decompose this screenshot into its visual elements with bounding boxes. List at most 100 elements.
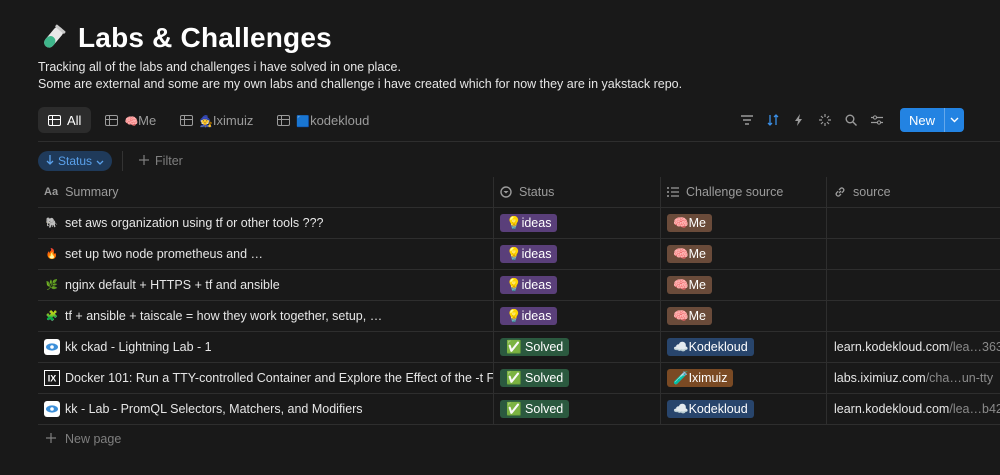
challenge-source-cell[interactable]: ☁️Kodekloud (661, 332, 827, 362)
status-cell[interactable]: ✅ Solved (494, 394, 661, 424)
database-table: Aa Summary Status Challenge source sourc… (38, 177, 1000, 425)
test-tube-icon (38, 23, 68, 53)
summary-text: tf + ansible + taiscale = how they work … (65, 309, 383, 323)
new-page-button[interactable]: New page (46, 432, 121, 446)
table-icon (180, 114, 194, 126)
table-row[interactable]: kk ckad - Lightning Lab - 1 ✅ Solved ☁️K… (38, 332, 1000, 363)
summary-text: set aws organization using tf or other t… (65, 216, 324, 230)
tab-all[interactable]: All (38, 107, 92, 133)
source-badge: 🧠Me (667, 245, 712, 263)
svg-text:IX: IX (48, 374, 57, 384)
page-description-line2: Some are external and some are my own la… (38, 77, 683, 91)
challenge-source-cell[interactable]: 🧠Me (661, 301, 827, 331)
challenge-source-cell[interactable]: 🧠Me (661, 208, 827, 238)
tab-iximuiz[interactable]: 🧙Iximuiz (170, 107, 263, 133)
sort-chip-status[interactable]: Status (38, 151, 113, 171)
puzzle-icon: 🧩 (45, 310, 59, 322)
source-cell[interactable] (827, 270, 1000, 300)
summary-cell[interactable]: 🔥 set up two node prometheus and … (38, 239, 494, 269)
status-badge: 💡ideas (500, 307, 558, 325)
column-header-summary[interactable]: Aa Summary (38, 177, 494, 207)
challenge-source-cell[interactable]: 🧠Me (661, 270, 827, 300)
brain-icon: 🧠 (124, 115, 139, 128)
status-cell[interactable]: 💡ideas (494, 301, 661, 331)
source-link[interactable]: labs.iximiuz.com/cha…un-tty (827, 363, 1000, 393)
chevron-down-icon (96, 154, 104, 168)
summary-text: set up two node prometheus and … (65, 247, 264, 261)
kodekloud-logo-icon (44, 339, 60, 355)
sparkle-icon[interactable] (814, 109, 836, 131)
summary-cell[interactable]: kk - Lab - PromQL Selectors, Matchers, a… (38, 394, 494, 424)
url-path: /lea…363a (949, 340, 1000, 354)
status-cell[interactable]: ✅ Solved (494, 332, 661, 362)
source-badge: 🧠Me (667, 307, 712, 325)
chevron-down-icon[interactable] (944, 108, 964, 132)
tab-kodekloud[interactable]: 🟦kodekloud (267, 107, 379, 133)
table-icon (48, 114, 61, 126)
source-badge: 🧪Iximuiz (667, 369, 734, 387)
blue-square-icon: 🟦 (296, 115, 311, 128)
table-row[interactable]: IX Docker 101: Run a TTY-controlled Cont… (38, 363, 1000, 394)
source-cell[interactable] (827, 301, 1000, 331)
plus-icon (139, 154, 150, 168)
source-badge: 🧠Me (667, 214, 712, 232)
status-cell[interactable]: 💡ideas (494, 239, 661, 269)
status-icon (500, 186, 512, 198)
source-cell[interactable] (827, 208, 1000, 238)
column-title: Status (519, 185, 555, 199)
source-link[interactable]: learn.kodekloud.com/lea…363a (827, 332, 1000, 362)
sort-icon[interactable] (762, 109, 784, 131)
summary-cell[interactable]: 🧩 tf + ansible + taiscale = how they wor… (38, 301, 494, 331)
source-badge: 🧠Me (667, 276, 712, 294)
separator (122, 151, 124, 171)
summary-cell[interactable]: 🌿 nginx default + HTTPS + tf and ansible (38, 270, 494, 300)
status-cell[interactable]: 💡ideas (494, 208, 661, 238)
arrow-down-icon (46, 154, 54, 168)
filter-icon[interactable] (736, 109, 758, 131)
filter-bar: Status Filter (38, 150, 183, 172)
source-badge: ☁️Kodekloud (667, 338, 754, 356)
summary-text: Docker 101: Run a TTY-controlled Contain… (65, 371, 494, 385)
status-badge: ✅ Solved (500, 400, 570, 418)
column-header-status[interactable]: Status (494, 177, 661, 207)
table-row[interactable]: kk - Lab - PromQL Selectors, Matchers, a… (38, 394, 1000, 425)
summary-cell[interactable]: 🐘 set aws organization using tf or other… (38, 208, 494, 238)
challenge-source-cell[interactable]: ☁️Kodekloud (661, 394, 827, 424)
source-link[interactable]: learn.kodekloud.com/lea…b427 (827, 394, 1000, 424)
iximiuz-logo-icon: IX (44, 370, 60, 386)
url-domain: labs.iximiuz.com (834, 371, 926, 385)
column-header-source[interactable]: source (827, 177, 1000, 207)
challenge-source-cell[interactable]: 🧪Iximuiz (661, 363, 827, 393)
summary-cell[interactable]: IX Docker 101: Run a TTY-controlled Cont… (38, 363, 494, 393)
page-title: Labs & Challenges (78, 22, 332, 53)
plus-icon (46, 432, 56, 446)
summary-cell[interactable]: kk ckad - Lightning Lab - 1 (38, 332, 494, 362)
source-cell[interactable] (827, 239, 1000, 269)
status-cell[interactable]: 💡ideas (494, 270, 661, 300)
search-icon[interactable] (840, 109, 862, 131)
summary-text: kk ckad - Lightning Lab - 1 (65, 340, 212, 354)
status-badge: ✅ Solved (500, 338, 570, 356)
page-header: Labs & Challenges Tracking all of the la… (38, 18, 682, 93)
table-row[interactable]: 🐘 set aws organization using tf or other… (38, 208, 1000, 239)
settings-sliders-icon[interactable] (866, 109, 888, 131)
table-row[interactable]: 🌿 nginx default + HTTPS + tf and ansible… (38, 270, 1000, 301)
add-filter-button[interactable]: Filter (139, 154, 183, 168)
challenge-source-cell[interactable]: 🧠Me (661, 239, 827, 269)
toolbar: New (736, 107, 964, 133)
table-row[interactable]: 🧩 tf + ansible + taiscale = how they wor… (38, 301, 1000, 332)
new-button[interactable]: New (899, 108, 964, 132)
text-type-icon: Aa (44, 186, 59, 198)
column-title: source (853, 185, 891, 199)
table-row[interactable]: 🔥 set up two node prometheus and … 💡idea… (38, 239, 1000, 270)
status-cell[interactable]: ✅ Solved (494, 363, 661, 393)
filter-label: Filter (155, 154, 183, 168)
page-description-line1: Tracking all of the labs and challenges … (38, 60, 401, 74)
status-badge: 💡ideas (500, 214, 558, 232)
status-badge: 💡ideas (500, 276, 558, 294)
summary-text: kk - Lab - PromQL Selectors, Matchers, a… (65, 402, 363, 416)
leaf-icon: 🌿 (45, 279, 59, 291)
tab-me[interactable]: 🧠Me (95, 107, 166, 133)
lightning-icon[interactable] (788, 109, 810, 131)
column-header-challenge-source[interactable]: Challenge source (661, 177, 827, 207)
